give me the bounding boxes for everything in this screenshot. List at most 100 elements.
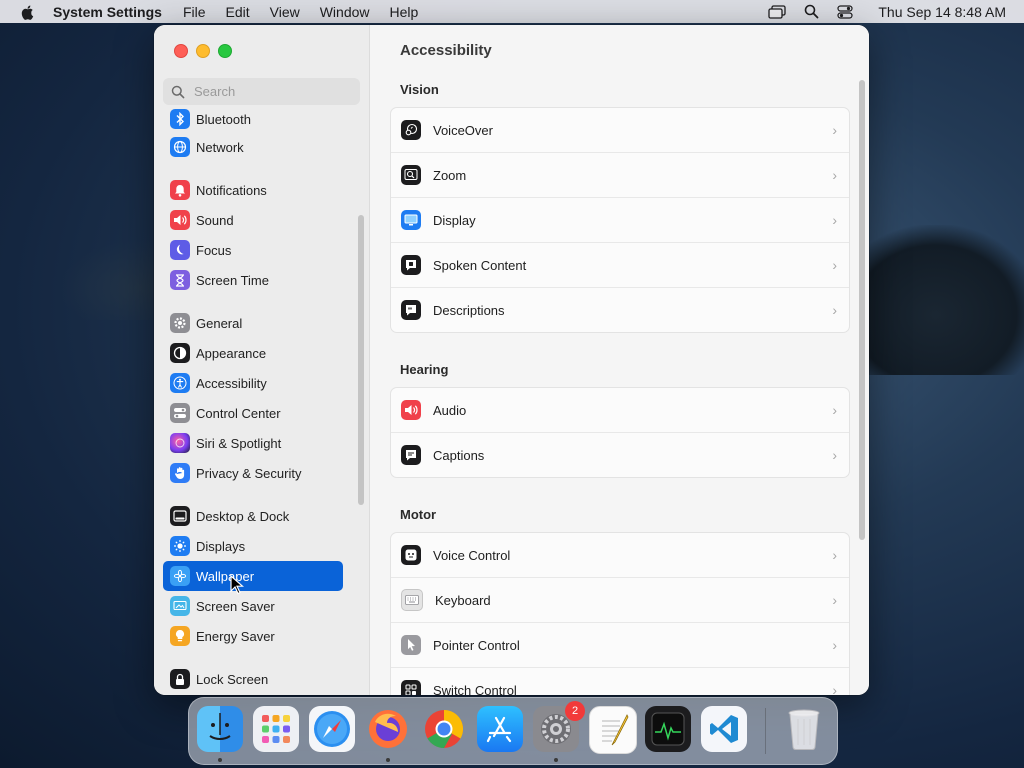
menu-help[interactable]: Help: [390, 4, 419, 20]
dock-chrome[interactable]: [421, 706, 467, 752]
sidebar-item-sound[interactable]: Sound: [163, 205, 343, 235]
sidebar-item-notifications[interactable]: Notifications: [163, 175, 343, 205]
dock-separator: [765, 708, 766, 754]
sidebar-item-wallpaper[interactable]: Wallpaper: [163, 561, 343, 591]
row-switch-control[interactable]: Switch Control ›: [391, 668, 849, 695]
chevron-right-icon: ›: [832, 212, 837, 228]
chevron-right-icon: ›: [832, 122, 837, 138]
menu-file[interactable]: File: [183, 4, 206, 20]
mouse-cursor-icon: [230, 575, 244, 595]
gear-icon: [170, 313, 190, 333]
dock-firefox[interactable]: [365, 706, 411, 752]
row-keyboard[interactable]: Keyboard ›: [391, 578, 849, 623]
hourglass-icon: [170, 270, 190, 290]
siri-icon: [170, 433, 190, 453]
row-label: Descriptions: [433, 302, 505, 318]
row-display[interactable]: Display ›: [391, 198, 849, 243]
zoom-icon: [401, 165, 421, 185]
row-captions[interactable]: Captions ›: [391, 433, 849, 477]
row-label: Display: [433, 212, 476, 228]
sidebar-item-general[interactable]: General: [163, 308, 343, 338]
sidebar-item-label: Focus: [196, 242, 232, 258]
sidebar-item-desktop-dock[interactable]: Desktop & Dock: [163, 501, 343, 531]
sidebar-item-label: Bluetooth: [196, 111, 251, 127]
row-voiceover[interactable]: VoiceOver ›: [391, 108, 849, 153]
search-input[interactable]: [192, 83, 356, 100]
lock-icon: [170, 669, 190, 689]
chevron-right-icon: ›: [832, 402, 837, 418]
apple-logo-icon[interactable]: [19, 3, 37, 21]
search-icon: [171, 85, 185, 98]
row-label: Spoken Content: [433, 257, 527, 273]
sidebar-item-focus[interactable]: Focus: [163, 235, 343, 265]
menu-clock[interactable]: Thu Sep 14 8:48 AM: [878, 4, 1006, 20]
section-title-motor: Motor: [400, 507, 437, 522]
sidebar-item-bluetooth[interactable]: Bluetooth: [163, 107, 343, 134]
bluetooth-icon: [170, 109, 190, 129]
launchpad-icon: [262, 715, 290, 743]
sidebar-item-screen-saver[interactable]: Screen Saver: [163, 591, 343, 621]
finder-icon: [209, 713, 231, 740]
chevron-right-icon: ›: [832, 637, 837, 653]
sidebar-item-control-center[interactable]: Control Center: [163, 398, 343, 428]
row-spoken-content[interactable]: Spoken Content ›: [391, 243, 849, 288]
sidebar-item-label: Displays: [196, 538, 246, 554]
menu-app-name[interactable]: System Settings: [53, 4, 162, 20]
sidebar-item-displays[interactable]: Displays: [163, 531, 343, 561]
dock-finder[interactable]: [197, 706, 243, 752]
sidebar-item-privacy-security[interactable]: Privacy & Security: [163, 458, 343, 488]
sidebar-item-network[interactable]: Network: [163, 132, 343, 162]
moon-icon: [170, 240, 190, 260]
bell-icon: [170, 180, 190, 200]
activity-monitor-icon: [651, 712, 685, 746]
row-pointer-control[interactable]: Pointer Control ›: [391, 623, 849, 668]
screen-mirroring-icon[interactable]: [768, 4, 787, 20]
menu-view[interactable]: View: [270, 4, 300, 20]
vscode-icon: [710, 715, 738, 743]
row-voice-control[interactable]: Voice Control ›: [391, 533, 849, 578]
chevron-right-icon: ›: [832, 167, 837, 183]
dock-vscode[interactable]: [701, 706, 747, 752]
dock-system-settings[interactable]: 2: [533, 701, 585, 752]
content-scrollbar[interactable]: [859, 80, 865, 540]
system-settings-window: Bluetooth Network Notifications Sound: [154, 25, 869, 695]
sidebar-item-energy-saver[interactable]: Energy Saver: [163, 621, 343, 651]
dock-textedit[interactable]: [589, 706, 637, 754]
dock-app-store[interactable]: [477, 706, 523, 752]
switch-control-icon: [401, 680, 421, 695]
sidebar-item-label: Sound: [196, 212, 234, 228]
menu-window[interactable]: Window: [320, 4, 370, 20]
row-label: Audio: [433, 402, 467, 418]
control-center-icon[interactable]: [836, 4, 854, 20]
toggles-icon: [170, 403, 190, 423]
sidebar-item-appearance[interactable]: Appearance: [163, 338, 343, 368]
sidebar-item-accessibility[interactable]: Accessibility: [163, 368, 343, 398]
menu-bar: System Settings File Edit View Window He…: [0, 0, 1024, 23]
search-field[interactable]: [163, 78, 360, 105]
minimize-button[interactable]: [196, 44, 210, 58]
page-title: Accessibility: [400, 42, 492, 59]
captions-icon: [401, 445, 421, 465]
sidebar-item-label: Screen Time: [196, 272, 269, 288]
row-label: Captions: [433, 447, 485, 463]
row-descriptions[interactable]: Descriptions ›: [391, 288, 849, 332]
dock-trash[interactable]: [781, 706, 827, 752]
sidebar-item-label: Screen Saver: [196, 598, 275, 614]
zoom-button[interactable]: [218, 44, 232, 58]
display-icon: [401, 210, 421, 230]
safari-icon: [314, 711, 350, 747]
sidebar-item-screen-time[interactable]: Screen Time: [163, 265, 343, 295]
close-button[interactable]: [174, 44, 188, 58]
sidebar-item-siri-spotlight[interactable]: Siri & Spotlight: [163, 428, 343, 458]
sidebar-scrollbar[interactable]: [358, 215, 364, 505]
row-zoom[interactable]: Zoom ›: [391, 153, 849, 198]
dock-launchpad[interactable]: [253, 706, 299, 752]
dock-activity-monitor[interactable]: [645, 706, 691, 752]
row-audio[interactable]: Audio ›: [391, 388, 849, 433]
menu-edit[interactable]: Edit: [226, 4, 250, 20]
sidebar-item-lock-screen[interactable]: Lock Screen: [163, 664, 343, 694]
dock-safari[interactable]: [309, 706, 355, 752]
spotlight-search-icon[interactable]: [802, 4, 820, 20]
chevron-right-icon: ›: [832, 682, 837, 695]
sidebar: Bluetooth Network Notifications Sound: [154, 25, 370, 695]
